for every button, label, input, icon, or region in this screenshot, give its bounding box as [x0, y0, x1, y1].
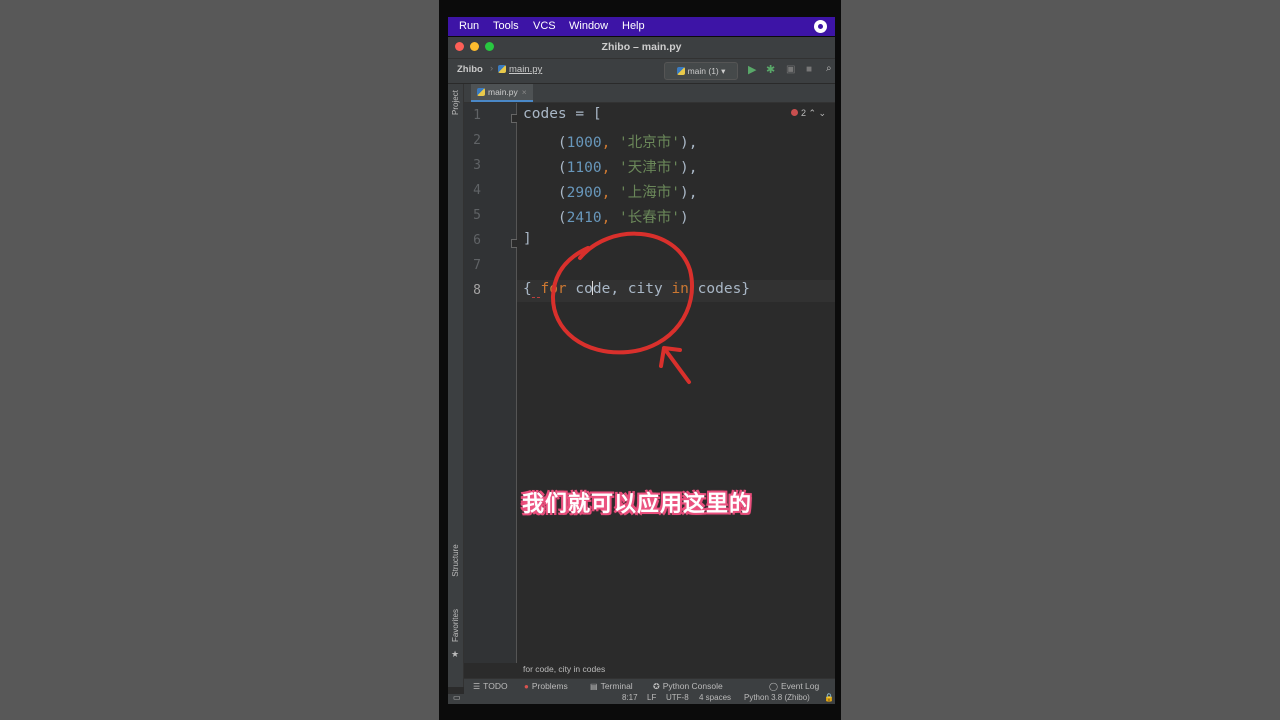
red-circle-annotation [550, 231, 694, 384]
annotation-arrow-icon [659, 346, 691, 384]
video-subtitle: 我们就可以应用这里的 [522, 491, 753, 516]
annotation-circle [550, 231, 694, 355]
